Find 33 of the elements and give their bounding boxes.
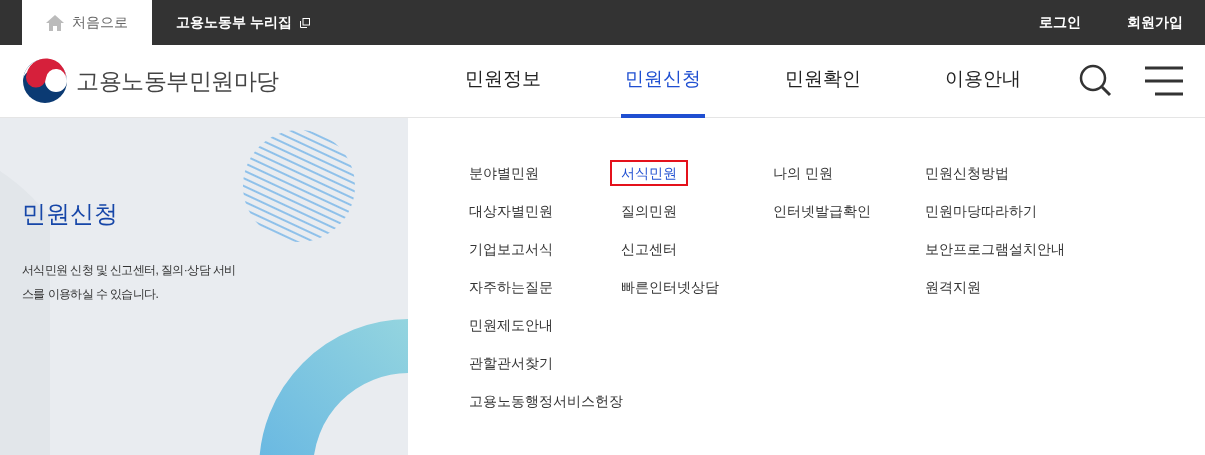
menu-link[interactable]: 나의 민원 <box>762 160 844 186</box>
nav-tab[interactable]: 민원정보 <box>461 44 545 118</box>
menu-link[interactable]: 분야별민원 <box>458 160 550 186</box>
menu-link[interactable]: 신고센터 <box>610 236 688 262</box>
home-icon <box>46 14 64 31</box>
nav-tab[interactable]: 민원확인 <box>781 44 865 118</box>
account-link[interactable]: 로그인 <box>993 12 1081 33</box>
account-link[interactable]: 회원가입 <box>1081 12 1183 33</box>
logo-text[interactable]: 고용노동부민원마당 <box>76 63 279 99</box>
menu-link[interactable]: 보안프로그램설치안내 <box>914 236 1076 262</box>
menu-link[interactable]: 서식민원 <box>610 160 688 186</box>
menu-link[interactable]: 빠른인터넷상담 <box>610 274 730 300</box>
menu-link[interactable]: 관할관서찾기 <box>458 350 564 376</box>
home-link[interactable]: 처음으로 <box>22 0 152 45</box>
menu-link[interactable]: 고용노동행정서비스헌장 <box>458 388 634 414</box>
nav-tab[interactable]: 민원신청 <box>621 44 705 118</box>
nav-tab[interactable]: 이용안내 <box>941 44 1025 118</box>
menu-link[interactable]: 자주하는질문 <box>458 274 564 300</box>
menu-link[interactable]: 질의민원 <box>610 198 688 224</box>
menu-link[interactable]: 민원마당따라하기 <box>914 198 1048 224</box>
menu-link[interactable]: 기업보고서식 <box>458 236 564 262</box>
section-description: 서식민원 신청 및 신고센터, 질의·상담 서비스를 이용하실 수 있습니다. <box>22 262 237 303</box>
site-link[interactable]: 고용노동부 누리집 <box>152 0 334 45</box>
menu-link[interactable]: 인터넷발급확인 <box>762 198 882 224</box>
menu-link[interactable]: 대상자별민원 <box>458 198 564 224</box>
logo-icon <box>22 58 68 104</box>
menu-link[interactable]: 원격지원 <box>914 274 992 300</box>
menu-icon[interactable] <box>1145 66 1183 96</box>
menu-link[interactable]: 민원제도안내 <box>458 312 564 338</box>
new-window-icon <box>299 17 310 28</box>
menu-link[interactable]: 민원신청방법 <box>914 160 1020 186</box>
search-icon[interactable] <box>1079 64 1113 98</box>
section-title: 민원신청 <box>22 199 119 229</box>
